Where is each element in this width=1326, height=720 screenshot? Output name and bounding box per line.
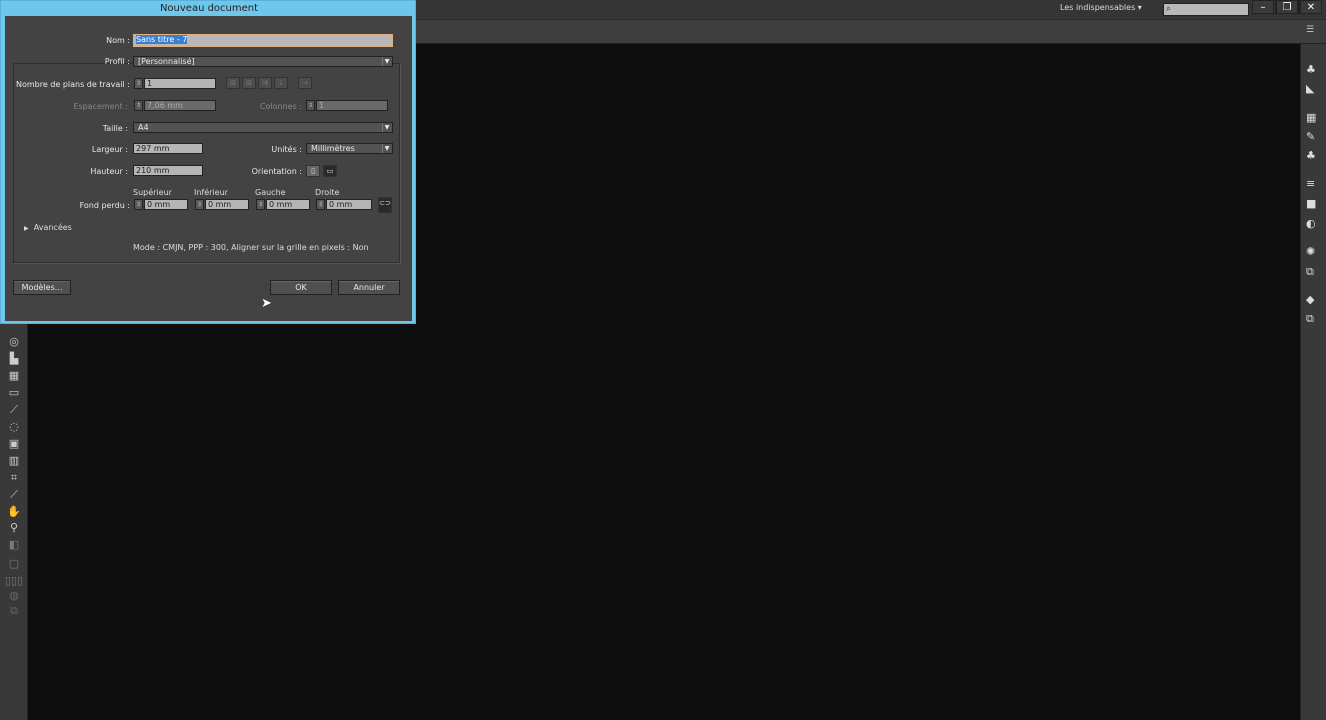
height-label: Hauteur : <box>90 167 128 176</box>
spacing-label: Espacement : <box>73 102 128 111</box>
graph-tool-icon[interactable]: ▥ <box>4 453 24 469</box>
mesh-tool-icon[interactable]: ▦ <box>4 368 24 384</box>
bleed-top-stepper[interactable]: ⇕ <box>134 199 143 210</box>
workspace-switcher[interactable]: Les indispensables ▾ <box>1060 3 1142 12</box>
minimize-window-button[interactable]: – <box>1252 0 1274 14</box>
arrange-by-row-icon: ⇉ <box>258 77 272 89</box>
bleed-left-input[interactable]: 0 mm <box>266 199 310 210</box>
document-summary: Mode : CMJN, PPP : 300, Aligner sur la g… <box>133 243 369 252</box>
shape-builder-tool-icon[interactable]: ◎ <box>4 334 24 350</box>
swatches-icon[interactable]: ▦ <box>1306 110 1326 126</box>
brushes-icon[interactable]: ✎ <box>1306 129 1326 145</box>
hand-tool-icon[interactable]: ✋ <box>4 504 24 520</box>
screen-mode-icon[interactable]: ◍ <box>4 588 24 604</box>
cancel-button[interactable]: Annuler <box>338 280 400 295</box>
arrange-by-column-icon: ⇣ <box>274 77 288 89</box>
panel-dock <box>1300 44 1326 720</box>
symbol-sprayer-tool-icon[interactable]: ▣ <box>4 436 24 452</box>
search-input[interactable]: ⌕ <box>1163 3 1249 16</box>
width-input[interactable]: 297 mm <box>133 143 203 154</box>
columns-stepper: ⇕ <box>306 100 315 111</box>
chevron-down-icon: ▼ <box>382 57 391 66</box>
stroke-icon[interactable]: ≡ <box>1306 176 1326 192</box>
bleed-left-label: Gauche <box>255 188 286 197</box>
triangle-right-icon: ▶ <box>24 225 29 232</box>
gradient-icon[interactable]: ■ <box>1306 196 1326 212</box>
spacing-input: 7,06 mm <box>144 100 216 111</box>
artboards-icon[interactable]: ⧉ <box>1306 311 1326 327</box>
profile-select[interactable]: [Personnalisé] ▼ <box>133 56 393 67</box>
change-screen-mode-icon[interactable]: ⧉ <box>4 603 24 619</box>
artboards-input[interactable]: 1 <box>144 78 216 89</box>
grid-by-row-icon: ⊞ <box>226 77 240 89</box>
swap-colors-icon[interactable]: ◧ <box>4 537 24 553</box>
advanced-toggle[interactable]: ▶ Avancées <box>24 223 72 232</box>
bleed-right-input[interactable]: 0 mm <box>326 199 372 210</box>
artboard-tool-icon[interactable]: ⌗ <box>4 470 24 486</box>
bleed-right-stepper[interactable]: ⇕ <box>316 199 325 210</box>
appearance-icon[interactable]: ✺ <box>1306 244 1326 260</box>
zoom-tool-icon[interactable]: ⚲ <box>4 520 24 536</box>
mouse-cursor-icon: ➤ <box>261 296 272 311</box>
eyedropper-tool-icon[interactable]: ⟋ <box>4 402 24 418</box>
units-label: Unités : <box>271 145 302 154</box>
grid-by-column-icon: ⊞ <box>242 77 256 89</box>
columns-label: Colonnes : <box>259 102 302 111</box>
restore-button[interactable]: ❐ <box>1276 0 1298 14</box>
bleed-bottom-input[interactable]: 0 mm <box>205 199 249 210</box>
width-label: Largeur : <box>91 145 128 154</box>
bleed-bottom-stepper[interactable]: ⇕ <box>195 199 204 210</box>
size-label: Taille : <box>102 124 128 133</box>
gradient-tool-icon[interactable]: ▭ <box>4 385 24 401</box>
chevron-down-icon: ▼ <box>382 144 391 153</box>
chevron-down-icon: ▼ <box>382 123 391 132</box>
orientation-label: Orientation : <box>251 167 302 176</box>
height-input[interactable]: 210 mm <box>133 165 203 176</box>
templates-button[interactable]: Modèles... <box>13 280 71 295</box>
ok-button[interactable]: OK <box>270 280 332 295</box>
size-select[interactable]: A4 ▼ <box>133 122 393 133</box>
link-bleed-icon[interactable]: ⊂⊃ <box>378 197 392 213</box>
layout-direction-icon: → <box>298 77 312 89</box>
units-select[interactable]: Millimètres ▼ <box>306 143 393 154</box>
layers-icon[interactable]: ◆ <box>1306 292 1326 308</box>
dialog-title: Nouveau document <box>159 3 259 14</box>
blend-tool-icon[interactable]: ◌ <box>4 419 24 435</box>
bleed-top-input[interactable]: 0 mm <box>144 199 188 210</box>
settings-group <box>13 63 400 263</box>
spacing-stepper: ⇕ <box>134 100 143 111</box>
perspective-grid-tool-icon[interactable]: ▙ <box>4 351 24 367</box>
bleed-left-stepper[interactable]: ⇕ <box>256 199 265 210</box>
search-icon: ⌕ <box>1166 4 1172 14</box>
name-input[interactable]: Sans titre - 7 <box>133 34 393 47</box>
graphic-styles-icon[interactable]: ⧉ <box>1306 264 1326 280</box>
columns-input: 1 <box>316 100 388 111</box>
slice-tool-icon[interactable]: ⟋ <box>4 487 24 503</box>
close-window-button[interactable]: ✕ <box>1300 0 1322 14</box>
profile-label: Profil : <box>104 57 130 66</box>
name-label: Nom : <box>106 36 130 45</box>
fill-stroke-icon[interactable]: ▢ <box>4 556 24 572</box>
bleed-right-label: Droite <box>315 188 340 197</box>
bleed-label: Fond perdu : <box>79 201 130 210</box>
artboards-label: Nombre de plans de travail : <box>15 80 130 89</box>
bleed-top-label: Supérieur <box>133 188 172 197</box>
landscape-orientation-button[interactable]: ▭ <box>323 165 337 177</box>
bleed-bottom-label: Inférieur <box>194 188 228 197</box>
panel-menu-icon[interactable]: ☰ <box>1306 25 1314 35</box>
color-panel-icon[interactable]: ♣ <box>1306 62 1326 78</box>
draw-mode-icon[interactable]: ▯▯▯ <box>4 573 24 589</box>
portrait-orientation-button[interactable]: ▯ <box>306 165 320 177</box>
transparency-icon[interactable]: ◐ <box>1306 216 1326 232</box>
artboards-stepper[interactable]: ⇕ <box>134 78 143 89</box>
symbols-icon[interactable]: ♣ <box>1306 148 1326 164</box>
color-guide-icon[interactable]: ◣ <box>1306 81 1326 97</box>
